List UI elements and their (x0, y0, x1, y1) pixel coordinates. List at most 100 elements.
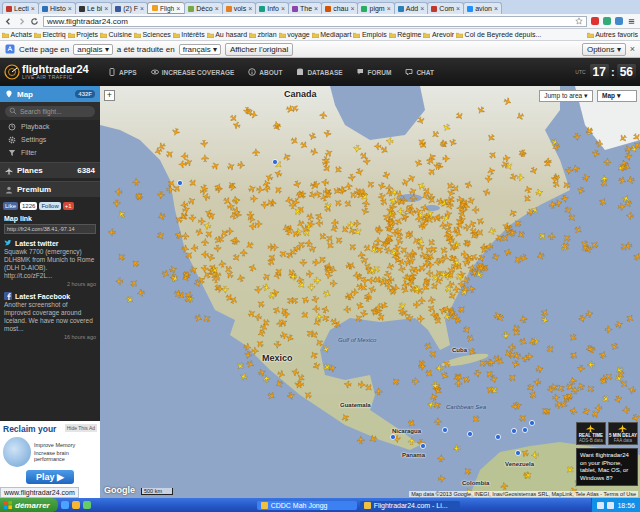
plane-icon[interactable] (587, 361, 595, 368)
plane-icon[interactable] (586, 345, 595, 354)
plane-icon[interactable] (189, 214, 197, 222)
plane-icon[interactable] (231, 206, 240, 215)
url-field[interactable]: www.flightradar24.com (43, 16, 587, 27)
plane-icon[interactable] (375, 388, 382, 395)
plane-icon[interactable] (445, 181, 455, 191)
extension-icon[interactable] (615, 17, 623, 25)
plane-icon[interactable] (598, 350, 607, 359)
bookmark[interactable]: Arevoir (423, 31, 454, 38)
plane-icon[interactable] (462, 325, 472, 335)
plane-icon[interactable] (264, 173, 273, 182)
plane-icon[interactable] (549, 201, 557, 209)
taskbar-task[interactable]: CDDC Mah Jongg (257, 501, 357, 510)
plane-icon[interactable] (428, 349, 438, 359)
browser-tab[interactable]: Com × (427, 2, 464, 14)
plane-icon[interactable] (560, 241, 570, 251)
browser-tab[interactable]: chau × (321, 2, 358, 14)
plane-icon[interactable] (130, 258, 140, 268)
plane-icon[interactable] (477, 254, 486, 263)
plane-icon[interactable] (154, 147, 163, 156)
airport-icon[interactable] (442, 427, 447, 432)
browser-tab[interactable]: Le bi × (75, 2, 112, 14)
plane-icon[interactable] (388, 210, 398, 220)
plane-icon[interactable] (314, 338, 324, 348)
plane-icon[interactable] (181, 153, 188, 160)
plane-icon[interactable] (585, 310, 593, 318)
plane-icon[interactable] (360, 310, 368, 318)
extension-icon[interactable] (603, 17, 611, 25)
plane-icon[interactable] (509, 173, 518, 182)
plane-icon[interactable] (249, 223, 257, 230)
plane-icon[interactable] (439, 221, 447, 229)
plane-icon[interactable] (230, 236, 239, 245)
zoom-in-button[interactable]: + (104, 90, 115, 101)
browser-tab[interactable]: Add × (394, 2, 429, 14)
bookmark[interactable]: Régime (389, 31, 422, 38)
bookmark[interactable]: Electriq (34, 31, 66, 38)
plane-icon[interactable] (255, 339, 265, 349)
plane-icon[interactable] (325, 233, 335, 243)
plane-icon[interactable] (589, 240, 599, 250)
plane-icon[interactable] (329, 224, 338, 233)
plane-icon[interactable] (312, 305, 319, 312)
browser-tab[interactable]: Lecti × (2, 2, 39, 14)
plane-icon[interactable] (237, 274, 246, 283)
plane-icon[interactable] (321, 178, 329, 186)
plane-icon[interactable] (559, 400, 569, 410)
plane-icon[interactable] (382, 171, 391, 180)
plane-icon[interactable] (300, 259, 307, 266)
plane-icon[interactable] (397, 208, 404, 215)
plane-icon[interactable] (537, 231, 547, 241)
plane-icon[interactable] (615, 320, 624, 329)
plane-icon[interactable] (515, 112, 525, 122)
plane-icon[interactable] (452, 285, 460, 293)
plane-icon[interactable] (303, 390, 313, 400)
plane-icon[interactable] (622, 406, 630, 414)
plane-icon[interactable] (475, 270, 484, 279)
plane-icon[interactable] (429, 392, 438, 401)
plane-icon[interactable] (500, 233, 510, 243)
search-field[interactable]: Search flight... (5, 106, 95, 117)
plane-icon[interactable] (461, 285, 470, 294)
plane-icon[interactable] (179, 161, 186, 168)
plane-icon[interactable] (416, 116, 425, 125)
plane-icon[interactable] (522, 194, 532, 204)
plane-icon[interactable] (312, 318, 322, 328)
plane-icon[interactable] (173, 289, 183, 298)
plane-icon[interactable] (322, 164, 332, 174)
plane-icon[interactable] (343, 306, 351, 313)
plane-icon[interactable] (485, 243, 493, 251)
plane-icon[interactable] (482, 188, 491, 197)
plane-icon[interactable] (582, 407, 591, 416)
plane-icon[interactable] (282, 311, 290, 319)
plane-icon[interactable] (500, 482, 508, 490)
plane-icon[interactable] (262, 374, 271, 383)
plane-icon[interactable] (290, 136, 300, 146)
plane-icon[interactable] (157, 212, 166, 221)
plane-icon[interactable] (133, 178, 140, 185)
bookmark[interactable]: Emplois (353, 31, 386, 38)
plane-icon[interactable] (296, 219, 306, 229)
tab-close-button[interactable]: × (456, 5, 460, 12)
plane-icon[interactable] (213, 283, 223, 293)
plane-icon[interactable] (448, 138, 457, 148)
plane-icon[interactable] (487, 227, 496, 236)
source-language-dropdown[interactable]: anglais ▾ (73, 44, 113, 55)
plane-icon[interactable] (446, 270, 456, 280)
plane-icon[interactable] (567, 213, 577, 223)
plane-icon[interactable] (584, 126, 594, 136)
plane-icon[interactable] (229, 211, 238, 220)
plane-icon[interactable] (468, 264, 477, 273)
plane-icon[interactable] (187, 196, 197, 206)
plane-icon[interactable] (424, 341, 434, 351)
plane-icon[interactable] (405, 314, 413, 322)
plane-icon[interactable] (322, 289, 331, 298)
plane-icon[interactable] (508, 208, 518, 218)
plane-icon[interactable] (427, 195, 437, 205)
plane-icon[interactable] (442, 305, 451, 314)
plane-icon[interactable] (418, 297, 425, 304)
nav-item[interactable]: ABOUT (248, 68, 282, 76)
plane-icon[interactable] (389, 196, 398, 205)
plane-icon[interactable] (434, 268, 444, 278)
plane-icon[interactable] (591, 150, 600, 159)
